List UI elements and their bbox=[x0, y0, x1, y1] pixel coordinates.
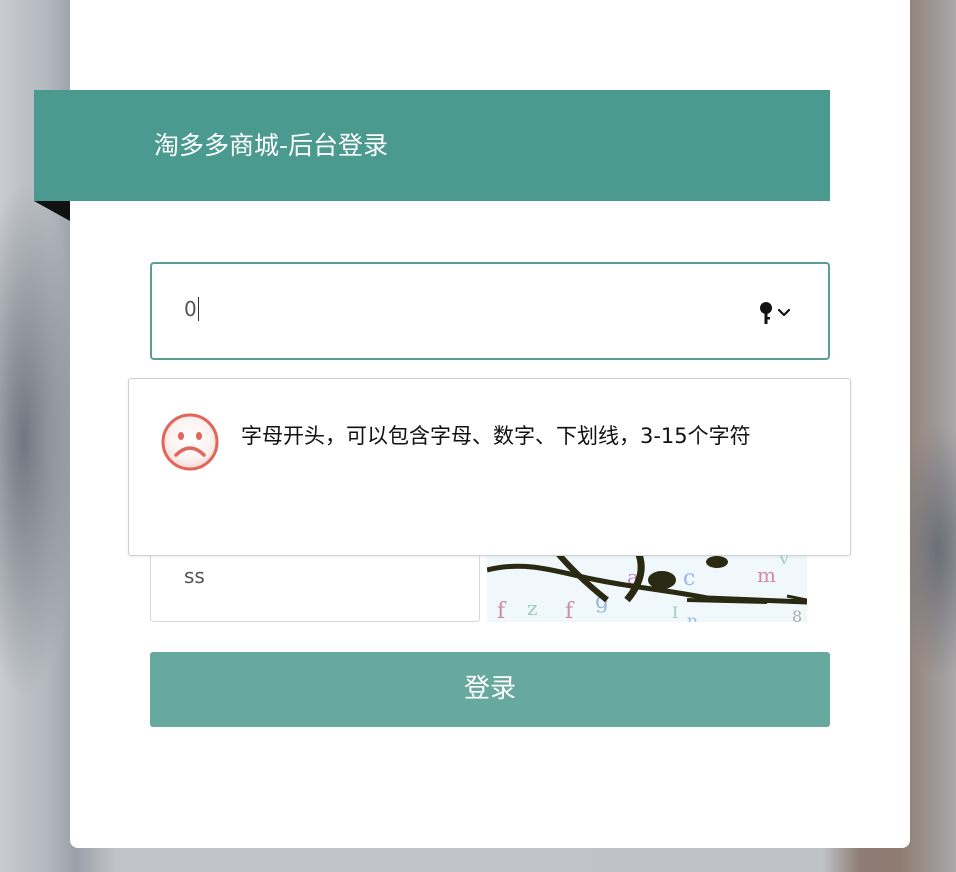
chevron-down-icon bbox=[777, 308, 791, 317]
page-title: 淘多多商城-后台登录 bbox=[154, 131, 389, 160]
validation-message: 字母开头，可以包含字母、数字、下划线，3-15个字符 bbox=[241, 424, 751, 448]
svg-text:f: f bbox=[565, 599, 575, 622]
svg-text:m: m bbox=[757, 563, 776, 587]
background-blur-left bbox=[0, 180, 80, 700]
svg-text:p: p bbox=[687, 611, 697, 622]
svg-text:f: f bbox=[497, 599, 507, 622]
svg-text:I: I bbox=[672, 603, 678, 622]
key-icon bbox=[760, 302, 772, 324]
captcha-value: ss bbox=[184, 564, 205, 588]
login-button[interactable]: 登录 bbox=[150, 652, 830, 727]
ribbon-fold bbox=[34, 201, 70, 221]
svg-text:c: c bbox=[683, 566, 695, 591]
text-cursor bbox=[197, 297, 199, 321]
validation-tooltip: 字母开头，可以包含字母、数字、下划线，3-15个字符 bbox=[128, 378, 851, 556]
password-manager-icon[interactable] bbox=[758, 300, 800, 326]
username-input[interactable]: 0 bbox=[150, 262, 830, 360]
sad-face-icon bbox=[161, 413, 219, 471]
username-value: 0 bbox=[184, 297, 197, 321]
svg-text:8: 8 bbox=[792, 607, 802, 622]
svg-text:z: z bbox=[527, 596, 538, 620]
